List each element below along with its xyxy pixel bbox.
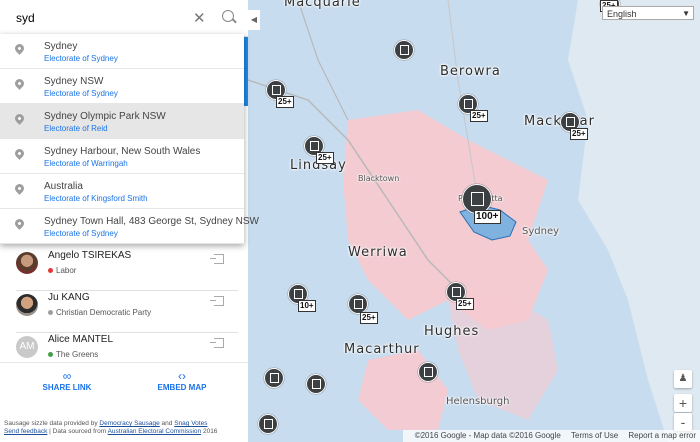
place-sydney: Sydney [522, 226, 560, 237]
sausage-marker[interactable] [306, 374, 326, 394]
credits-text: and [159, 420, 175, 427]
credits-text: 2016 [201, 428, 218, 435]
suggestion-electorate: Electorate of Sydney [44, 89, 118, 98]
location-pin-icon [13, 182, 26, 195]
place-blacktown: Blacktown [358, 174, 400, 183]
avatar [16, 294, 38, 316]
language-select[interactable]: English ▼ [602, 6, 694, 20]
candidate-party: The Greens [56, 350, 99, 359]
close-icon[interactable]: ✕ [193, 9, 206, 27]
suggestion-electorate: Electorate of Sydney [44, 54, 118, 63]
suggestion-title: Sydney NSW [44, 76, 104, 87]
candidate-row[interactable]: Ju KANG Christian Democratic Party [16, 292, 238, 333]
collapse-panel-button[interactable]: ◀ [248, 10, 260, 30]
place-macarthur: Macarthur [344, 342, 420, 357]
suggestion-item[interactable]: Sydney NSW Electorate of Sydney [0, 69, 244, 104]
credits-footer: Sausage sizzle data provided by Democrac… [4, 420, 244, 436]
candidate-name: Alice MANTEL [48, 334, 114, 345]
avatar [16, 252, 38, 274]
credits-text: Sausage sizzle data provided by [4, 420, 100, 427]
open-link-icon[interactable] [210, 296, 224, 306]
report-error-link[interactable]: Report a map error [628, 431, 696, 440]
marker-count: 25+ [360, 312, 378, 324]
sausage-marker[interactable] [264, 368, 284, 388]
place-werriwa: Werriwa [348, 245, 408, 260]
suggestion-title: Australia [44, 181, 83, 192]
democracy-sausage-link[interactable]: Democracy Sausage [99, 420, 159, 427]
party-dot [48, 268, 53, 273]
location-pin-icon [13, 42, 26, 55]
marker-count: 25+ [456, 298, 474, 310]
chevron-down-icon: ▼ [682, 9, 690, 18]
suggestion-electorate: Electorate of Sydney [44, 229, 118, 238]
candidate-name: Angelo TSIREKAS [48, 250, 132, 261]
sausage-marker[interactable] [258, 414, 278, 434]
suggestion-title: Sydney Town Hall, 483 George St, Sydney … [44, 216, 259, 227]
suggestion-electorate: Electorate of Kingsford Smith [44, 194, 148, 203]
marker-count: 25+ [276, 96, 294, 108]
sausage-marker[interactable] [418, 362, 438, 382]
suggestion-title: Sydney Olympic Park NSW [44, 111, 166, 122]
sausage-marker[interactable] [348, 294, 368, 314]
aec-link[interactable]: Australian Electoral Commission [108, 428, 202, 435]
suggestion-title: Sydney Harbour, New South Wales [44, 146, 201, 157]
marker-count: 100+ [474, 210, 501, 224]
location-pin-icon [13, 77, 26, 90]
embed-map-button[interactable]: ‹› EMBED MAP [150, 369, 214, 392]
suggestion-item[interactable]: Sydney Electorate of Sydney [0, 34, 244, 69]
place-macquarie: Macquarie [284, 0, 361, 10]
marker-count: 25+ [316, 152, 334, 164]
marker-count: 10+ [298, 300, 316, 312]
party-dot [48, 310, 53, 315]
suggestion-electorate: Electorate of Warringah [44, 159, 128, 168]
embed-map-label: EMBED MAP [157, 383, 207, 392]
map-canvas[interactable]: Macquarie Berowra Mackellar Lindsay Werr… [248, 0, 700, 442]
location-pin-icon [13, 147, 26, 160]
sausage-marker[interactable] [394, 40, 414, 60]
suggestion-item[interactable]: Sydney Harbour, New South Wales Electora… [0, 139, 244, 174]
suggestion-item[interactable]: Australia Electorate of Kingsford Smith [0, 174, 244, 209]
search-icon[interactable] [222, 10, 234, 22]
search-bar: ✕ [0, 0, 248, 37]
place-hughes: Hughes [424, 324, 480, 339]
place-berowra: Berowra [440, 64, 501, 79]
candidate-party: Christian Democratic Party [56, 308, 152, 317]
candidate-row[interactable]: Angelo TSIREKAS Labor [16, 250, 238, 291]
candidate-name: Ju KANG [48, 292, 90, 303]
search-input[interactable] [14, 10, 178, 26]
candidate-party: Labor [56, 266, 77, 275]
location-pin-icon [13, 217, 26, 230]
language-value: English [607, 9, 637, 19]
party-dot [48, 352, 53, 357]
street-view-icon[interactable]: ♟ [674, 370, 692, 388]
map-attribution: ©2016 Google - Map data ©2016 Google Ter… [402, 430, 700, 442]
code-icon: ‹› [178, 369, 186, 383]
send-feedback-link[interactable]: Send feedback [4, 428, 47, 435]
location-pin-icon [13, 112, 26, 125]
open-link-icon[interactable] [210, 254, 224, 264]
terms-link[interactable]: Terms of Use [571, 431, 618, 440]
marker-count: 25+ [470, 110, 488, 122]
zoom-in-button[interactable]: + [674, 394, 692, 412]
zoom-out-button[interactable]: - [674, 413, 692, 431]
attribution-text: ©2016 Google - Map data ©2016 Google [414, 431, 561, 440]
snag-votes-link[interactable]: Snag Votes [174, 420, 207, 427]
open-link-icon[interactable] [210, 338, 224, 348]
suggestion-item[interactable]: Sydney Olympic Park NSW Electorate of Re… [0, 104, 244, 139]
suggestion-title: Sydney [44, 41, 78, 52]
share-link-button[interactable]: ∞ SHARE LINK [36, 369, 98, 392]
credits-text: | Data sourced from [47, 428, 108, 435]
side-panel: ✕ Sydney Electorate of Sydney Sydney NSW… [0, 0, 259, 442]
marker-count: 25+ [570, 128, 588, 140]
suggestion-item[interactable]: Sydney Town Hall, 483 George St, Sydney … [0, 209, 259, 244]
action-bar: ∞ SHARE LINK ‹› EMBED MAP [0, 362, 248, 403]
share-link-label: SHARE LINK [42, 383, 92, 392]
search-suggestions: Sydney Electorate of Sydney Sydney NSW E… [0, 34, 259, 244]
avatar: AM [16, 336, 38, 358]
place-helensburgh: Helensburgh [446, 396, 510, 407]
suggestion-electorate: Electorate of Reid [44, 124, 108, 133]
link-icon: ∞ [62, 369, 72, 383]
